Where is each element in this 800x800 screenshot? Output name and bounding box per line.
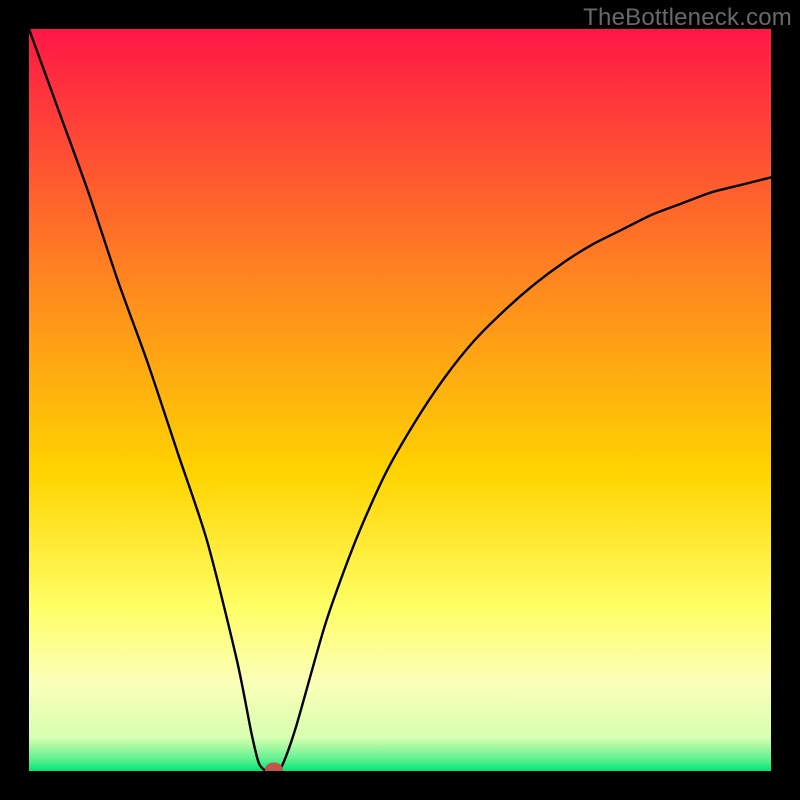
gradient-background [29,29,771,771]
chart-svg [29,29,771,771]
chart-frame: TheBottleneck.com [0,0,800,800]
watermark-text: TheBottleneck.com [583,4,792,32]
plot-area [29,29,771,771]
